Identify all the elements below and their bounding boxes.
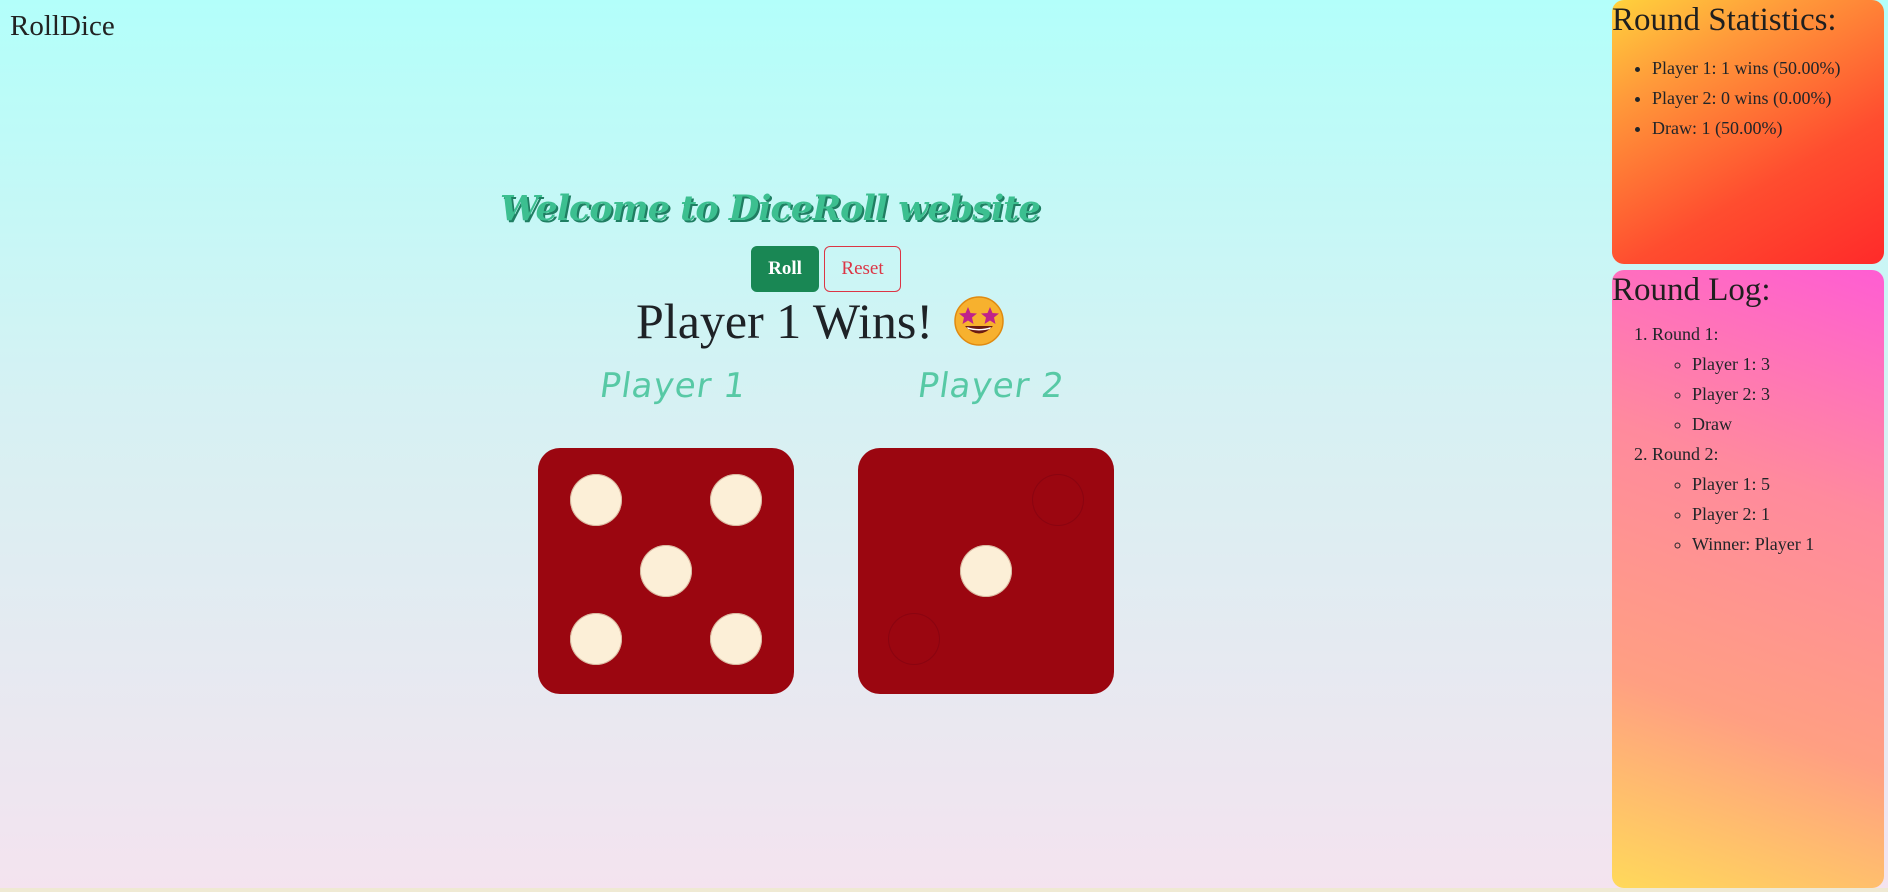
round-log-panel: Round Log: Round 1: Player 1: 3 Player 2… [1612,270,1884,888]
die-pip [640,545,692,597]
stats-item-draw: Draw: 1 (50.00%) [1652,113,1884,143]
player-2-label: Player 2 [915,366,1068,406]
player-1-die [538,448,794,694]
round-label: Round 1: [1652,324,1719,344]
result-text: Player 1 Wins! [636,293,934,349]
roll-button[interactable]: Roll [751,246,819,292]
die-pip-hidden [1032,474,1084,526]
log-entry: Player 2: 3 [1692,379,1884,409]
player-2-die [858,448,1114,694]
log-title: Round Log: [1612,272,1771,308]
log-entry: Player 2: 1 [1692,499,1884,529]
log-round-1: Round 1: Player 1: 3 Player 2: 3 Draw [1652,319,1884,439]
die-pip-hidden [888,613,940,665]
result-display: Player 1 Wins! [636,292,1005,350]
log-entry: Draw [1692,409,1884,439]
log-entry: Player 1: 3 [1692,349,1884,379]
die-pip [710,474,762,526]
player-1-label: Player 1 [597,366,750,406]
die-pip [960,545,1012,597]
log-entry: Winner: Player 1 [1692,529,1884,559]
bottom-divider [0,888,1888,892]
reset-button[interactable]: Reset [824,246,901,292]
log-round-2: Round 2: Player 1: 5 Player 2: 1 Winner:… [1652,439,1884,559]
die-pip [570,613,622,665]
die-pip [570,474,622,526]
round-label: Round 2: [1652,444,1719,464]
stats-list: Player 1: 1 wins (50.00%) Player 2: 0 wi… [1612,53,1884,143]
log-entry: Player 1: 5 [1692,469,1884,499]
stats-item-player-2: Player 2: 0 wins (0.00%) [1652,83,1884,113]
stats-item-player-1: Player 1: 1 wins (50.00%) [1652,53,1884,83]
brand-logo-text[interactable]: RollDice [10,10,115,43]
star-struck-icon [953,295,1005,347]
main-area: RollDice Welcome to DiceRoll website Rol… [0,0,1612,892]
welcome-heading: Welcome to DiceRoll website [500,188,1041,229]
die-pip [710,613,762,665]
round-log-list: Round 1: Player 1: 3 Player 2: 3 Draw Ro… [1612,319,1884,559]
round-statistics-panel: Round Statistics: Player 1: 1 wins (50.0… [1612,0,1884,264]
stats-title: Round Statistics: [1612,2,1837,38]
action-buttons: Roll Reset [751,246,901,292]
